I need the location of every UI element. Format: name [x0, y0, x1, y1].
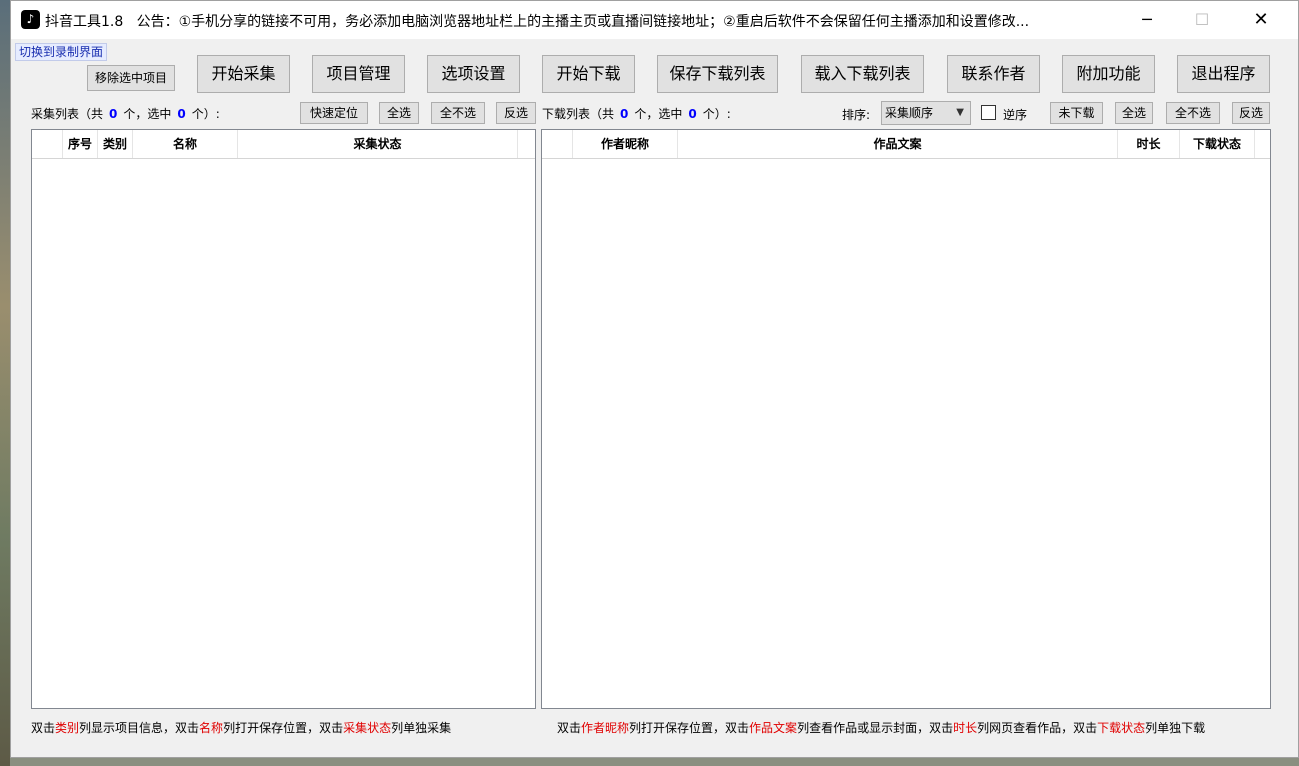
reverse-checkbox[interactable] — [981, 105, 996, 120]
download-total: 0 — [620, 107, 629, 121]
download-table-header: 作者昵称 作品文案 时长 下载状态 — [542, 130, 1270, 159]
sort-select-value: 采集顺序 — [885, 106, 934, 120]
hint-keyword: 作品文案 — [749, 721, 798, 735]
hint-text: 双击 — [31, 721, 56, 735]
collect-select-none-button[interactable]: 全不选 — [431, 102, 485, 124]
collect-col-index[interactable]: 序号 — [63, 130, 98, 158]
hint-text: 列查看作品或显示封面，双击 — [797, 721, 954, 735]
exit-button[interactable]: 退出程序 — [1177, 55, 1270, 93]
close-button[interactable]: ✕ — [1232, 1, 1290, 39]
start-download-button[interactable]: 开始下载 — [542, 55, 635, 93]
title-bar: ♪ 抖音工具1.8 公告：①手机分享的链接不可用，务必添加电脑浏览器地址栏上的主… — [11, 1, 1298, 39]
collect-table[interactable]: 序号 类别 名称 采集状态 — [31, 129, 536, 709]
collect-col-name[interactable]: 名称 — [133, 130, 238, 158]
hint-text: 列打开保存位置，双击 — [629, 721, 750, 735]
collect-label-suffix: 个）: — [191, 107, 220, 121]
options-button[interactable]: 选项设置 — [427, 55, 520, 93]
download-col-author[interactable]: 作者昵称 — [573, 130, 678, 158]
download-label-suffix: 个）: — [702, 107, 731, 121]
download-hint: 双击作者昵称列打开保存位置，双击作品文案列查看作品或显示封面，双击时长列网页查看… — [557, 719, 1205, 736]
download-label-prefix: 下载列表（共 — [542, 107, 615, 121]
collect-count-label: 采集列表（共 0 个，选中 0 个）: — [31, 105, 220, 122]
download-invert-button[interactable]: 反选 — [1232, 102, 1270, 124]
hint-text: 双击 — [557, 721, 582, 735]
contact-author-button[interactable]: 联系作者 — [947, 55, 1040, 93]
hint-keyword: 采集状态 — [343, 721, 392, 735]
hint-text: 列打开保存位置，双击 — [223, 721, 344, 735]
start-collect-button[interactable]: 开始采集 — [197, 55, 290, 93]
switch-to-record-link[interactable]: 切换到录制界面 — [15, 43, 108, 61]
download-label-mid: 个，选中 — [634, 107, 683, 121]
collect-label-prefix: 采集列表（共 — [31, 107, 104, 121]
quick-locate-button[interactable]: 快速定位 — [300, 102, 368, 124]
minimize-button[interactable]: ─ — [1118, 1, 1176, 39]
hint-keyword: 时长 — [953, 721, 978, 735]
download-col-filler — [1255, 130, 1270, 158]
reverse-label: 逆序 — [1003, 108, 1028, 122]
hint-keyword: 类别 — [55, 721, 80, 735]
sort-select[interactable]: 采集顺序 ▼ — [881, 101, 971, 125]
collect-selected: 0 — [177, 107, 186, 121]
download-count-label: 下载列表（共 0 个，选中 0 个）: — [542, 105, 731, 122]
collect-invert-button[interactable]: 反选 — [496, 102, 536, 124]
collect-col-category[interactable]: 类别 — [98, 130, 133, 158]
douyin-logo-icon: ♪ — [21, 10, 40, 29]
save-download-list-button[interactable]: 保存下载列表 — [657, 55, 778, 93]
collect-total: 0 — [109, 107, 118, 121]
download-col-check[interactable] — [542, 130, 573, 158]
desktop-background — [0, 0, 10, 766]
collect-table-header: 序号 类别 名称 采集状态 — [32, 130, 535, 159]
announcement-text: 公告：①手机分享的链接不可用，务必添加电脑浏览器地址栏上的主播主页或直播间链接地… — [136, 14, 1030, 30]
download-col-status[interactable]: 下载状态 — [1180, 130, 1255, 158]
extras-button[interactable]: 附加功能 — [1062, 55, 1155, 93]
hint-text: 列单独下载 — [1145, 721, 1206, 735]
download-select-all-button[interactable]: 全选 — [1115, 102, 1153, 124]
collect-hint: 双击类别列显示项目信息，双击名称列打开保存位置，双击采集状态列单独采集 — [31, 719, 451, 736]
window-title: 抖音工具1.8 公告：①手机分享的链接不可用，务必添加电脑浏览器地址栏上的主播主… — [45, 11, 1029, 31]
download-select-none-button[interactable]: 全不选 — [1166, 102, 1220, 124]
chevron-down-icon: ▼ — [956, 107, 964, 118]
download-table[interactable]: 作者昵称 作品文案 时长 下载状态 — [541, 129, 1271, 709]
hint-keyword: 作者昵称 — [581, 721, 630, 735]
collect-select-all-button[interactable]: 全选 — [379, 102, 419, 124]
not-downloaded-button[interactable]: 未下载 — [1050, 102, 1103, 124]
download-col-duration[interactable]: 时长 — [1118, 130, 1180, 158]
hint-text: 列单独采集 — [391, 721, 452, 735]
collect-col-check[interactable] — [32, 130, 63, 158]
project-manage-button[interactable]: 项目管理 — [312, 55, 405, 93]
sort-label: 排序: — [842, 108, 871, 122]
remove-selected-button[interactable]: 移除选中项目 — [87, 65, 175, 91]
app-title: 抖音工具1.8 — [45, 14, 124, 30]
download-col-caption[interactable]: 作品文案 — [678, 130, 1118, 158]
collect-col-status[interactable]: 采集状态 — [238, 130, 518, 158]
hint-text: 列网页查看作品，双击 — [977, 721, 1098, 735]
hint-keyword: 下载状态 — [1097, 721, 1146, 735]
collect-col-filler — [518, 130, 535, 158]
hint-keyword: 名称 — [199, 721, 224, 735]
app-window: ♪ 抖音工具1.8 公告：①手机分享的链接不可用，务必添加电脑浏览器地址栏上的主… — [10, 0, 1299, 758]
maximize-button[interactable]: ☐ — [1173, 1, 1231, 39]
hint-text: 列显示项目信息，双击 — [79, 721, 200, 735]
load-download-list-button[interactable]: 载入下载列表 — [801, 55, 924, 93]
download-selected: 0 — [688, 107, 697, 121]
collect-label-mid: 个，选中 — [123, 107, 172, 121]
